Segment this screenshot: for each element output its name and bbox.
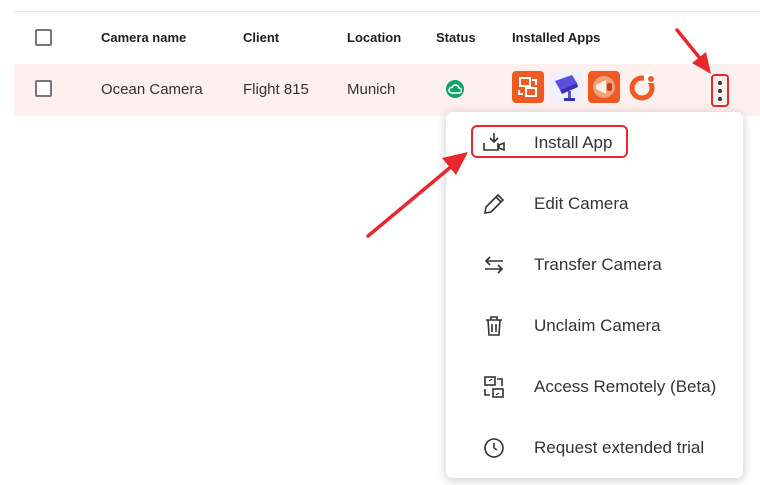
table-header: Camera name Client Location Status Insta… xyxy=(14,12,760,64)
orange-ring-app-icon[interactable] xyxy=(626,71,658,103)
client-cell: Flight 815 xyxy=(243,81,309,98)
menu-item-label: Access Remotely (Beta) xyxy=(534,377,717,396)
header-camera-name[interactable]: Camera name xyxy=(101,30,186,45)
menu-item-request-extended-trial[interactable]: Request extended trial xyxy=(446,423,743,473)
pencil-icon xyxy=(484,193,505,214)
clock-icon xyxy=(484,438,504,458)
row-actions-menu: Install App Edit Camera Transfer Camera … xyxy=(446,112,743,478)
table-row[interactable]: Ocean Camera Flight 815 Munich xyxy=(14,64,760,116)
menu-item-edit-camera[interactable]: Edit Camera xyxy=(446,179,743,229)
menu-item-label: Edit Camera xyxy=(534,194,629,213)
header-client[interactable]: Client xyxy=(243,30,279,45)
remote-access-app-icon[interactable] xyxy=(512,71,544,103)
menu-item-unclaim-camera[interactable]: Unclaim Camera xyxy=(446,301,743,351)
header-installed-apps: Installed Apps xyxy=(512,30,601,45)
camera-name-cell[interactable]: Ocean Camera xyxy=(101,81,203,98)
header-status[interactable]: Status xyxy=(436,30,476,45)
row-checkbox[interactable] xyxy=(35,80,52,97)
transfer-arrows-icon xyxy=(484,256,504,274)
trash-icon xyxy=(486,316,502,336)
menu-item-label: Transfer Camera xyxy=(534,255,662,274)
menu-item-label: Request extended trial xyxy=(534,438,705,457)
remote-access-icon xyxy=(484,376,504,398)
location-cell: Munich xyxy=(347,81,396,98)
menu-item-transfer-camera[interactable]: Transfer Camera xyxy=(446,240,743,290)
row-actions-kebab-button[interactable] xyxy=(711,74,729,107)
select-all-checkbox[interactable] xyxy=(35,29,52,46)
megaphone-app-icon[interactable] xyxy=(588,71,620,103)
cloud-online-icon xyxy=(446,80,464,98)
menu-item-access-remotely[interactable]: Access Remotely (Beta) xyxy=(446,362,743,412)
menu-item-label: Unclaim Camera xyxy=(534,316,661,335)
header-location[interactable]: Location xyxy=(347,30,401,45)
install-app-highlight xyxy=(471,125,628,158)
camera-app-icon[interactable] xyxy=(550,71,582,103)
